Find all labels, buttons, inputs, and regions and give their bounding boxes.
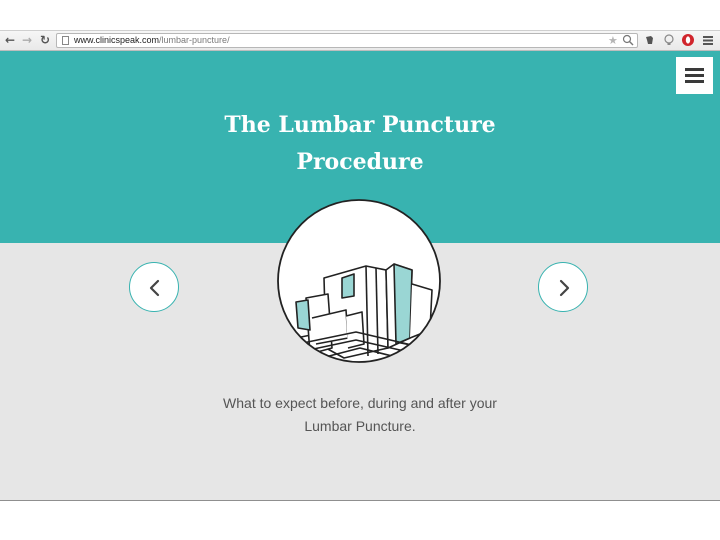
chrome-menu-icon[interactable] [701, 33, 715, 47]
hamburger-menu-icon [685, 68, 704, 71]
opera-extension-icon[interactable] [681, 33, 695, 47]
back-arrow-icon[interactable]: ← [3, 33, 17, 48]
menu-button[interactable] [676, 57, 713, 94]
previous-slide-button[interactable] [129, 262, 179, 312]
description-text: What to expect before, during and after … [160, 392, 560, 438]
forward-arrow-icon[interactable]: → [20, 33, 34, 48]
description-line-2: Lumbar Puncture. [304, 418, 416, 434]
page-title: The Lumbar Puncture Procedure [160, 107, 560, 181]
hamburger-bar-middle [685, 74, 704, 77]
building-illustration-icon [277, 199, 441, 363]
title-line-1: The Lumbar Puncture [224, 112, 496, 138]
chevron-right-icon [559, 279, 570, 297]
browser-toolbar: ← → ↻ www.clinicspeak.com/lumbar-punctur… [0, 30, 720, 51]
hamburger-bar-bottom [685, 80, 704, 83]
lightbulb-extension-icon[interactable] [662, 33, 676, 47]
url-path: /lumbar-puncture/ [159, 35, 230, 45]
title-line-2: Procedure [296, 149, 424, 175]
description-line-1: What to expect before, during and after … [223, 395, 497, 411]
zoom-icon[interactable] [622, 34, 634, 46]
address-bar[interactable]: www.clinicspeak.com/lumbar-puncture/ [56, 33, 638, 48]
extension-icon[interactable] [643, 33, 657, 47]
url-text[interactable]: www.clinicspeak.com/lumbar-puncture/ [74, 34, 230, 47]
url-domain: www.clinicspeak.com [74, 35, 160, 45]
reload-icon[interactable]: ↻ [38, 33, 52, 48]
chevron-left-icon [149, 279, 160, 297]
bookmark-star-icon[interactable]: ★ [608, 34, 618, 47]
top-whitespace [0, 0, 720, 30]
page-icon [62, 36, 69, 45]
next-slide-button[interactable] [538, 262, 588, 312]
